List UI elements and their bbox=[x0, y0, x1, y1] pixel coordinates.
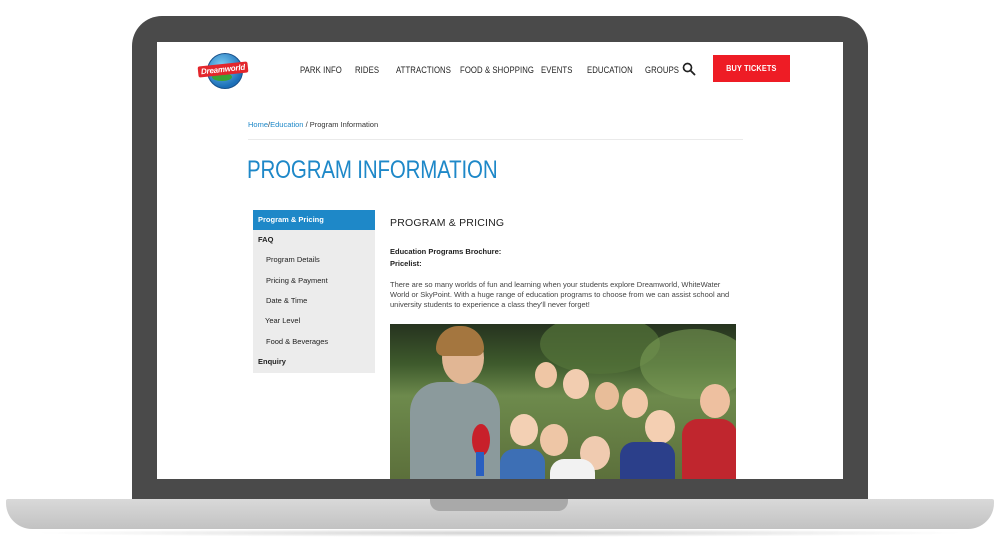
breadcrumb-divider bbox=[248, 139, 743, 140]
buy-tickets-button[interactable]: BUY TICKETS bbox=[713, 55, 790, 82]
intro-paragraph: There are so many worlds of fun and lear… bbox=[390, 280, 730, 309]
sidebar-item-year-level[interactable]: Year Level bbox=[253, 311, 375, 331]
nav-rides[interactable]: RIDES bbox=[355, 65, 379, 75]
nav-park-info[interactable]: PARK INFO bbox=[300, 65, 342, 75]
site-header: Dreamworld PARK INFO RIDES ATTRACTIONS F… bbox=[157, 42, 843, 100]
search-icon[interactable] bbox=[682, 62, 696, 76]
nav-groups[interactable]: GROUPS bbox=[645, 65, 679, 75]
sidebar-item-program-details[interactable]: Program Details bbox=[253, 250, 375, 270]
laptop-screen: Dreamworld PARK INFO RIDES ATTRACTIONS F… bbox=[157, 42, 843, 479]
nav-attractions[interactable]: ATTRACTIONS bbox=[396, 65, 451, 75]
breadcrumb-home[interactable]: Home bbox=[248, 120, 268, 129]
breadcrumb-current: Program Information bbox=[309, 120, 379, 129]
nav-events[interactable]: EVENTS bbox=[541, 65, 572, 75]
sidebar-item-program-pricing[interactable]: Program & Pricing bbox=[253, 210, 375, 230]
education-photo bbox=[390, 324, 736, 479]
sidebar-item-date-time[interactable]: Date & Time bbox=[253, 291, 375, 311]
nav-education[interactable]: EDUCATION bbox=[587, 65, 633, 75]
sidebar-menu: Program & Pricing FAQ Program Details Pr… bbox=[253, 210, 375, 373]
sidebar-item-pricing-payment[interactable]: Pricing & Payment bbox=[253, 271, 375, 291]
breadcrumb: Home/Education / Program Information bbox=[248, 120, 378, 129]
sidebar-item-enquiry[interactable]: Enquiry bbox=[253, 352, 375, 372]
breadcrumb-separator: / bbox=[305, 120, 308, 129]
breadcrumb-education[interactable]: Education bbox=[270, 120, 303, 129]
page-title: PROGRAM INFORMATION bbox=[247, 156, 498, 184]
pricelist-link[interactable]: Pricelist: bbox=[390, 259, 422, 268]
laptop-shadow bbox=[30, 529, 970, 537]
sidebar-item-food-beverages[interactable]: Food & Beverages bbox=[253, 332, 375, 352]
brochure-link[interactable]: Education Programs Brochure: bbox=[390, 247, 501, 256]
sidebar-item-faq[interactable]: FAQ bbox=[253, 230, 375, 250]
laptop-notch bbox=[430, 499, 568, 511]
nav-food-shopping[interactable]: FOOD & SHOPPING bbox=[460, 65, 534, 75]
section-title: PROGRAM & PRICING bbox=[390, 217, 505, 229]
buy-tickets-label: BUY TICKETS bbox=[726, 63, 777, 73]
dreamworld-logo[interactable]: Dreamworld bbox=[197, 51, 250, 89]
